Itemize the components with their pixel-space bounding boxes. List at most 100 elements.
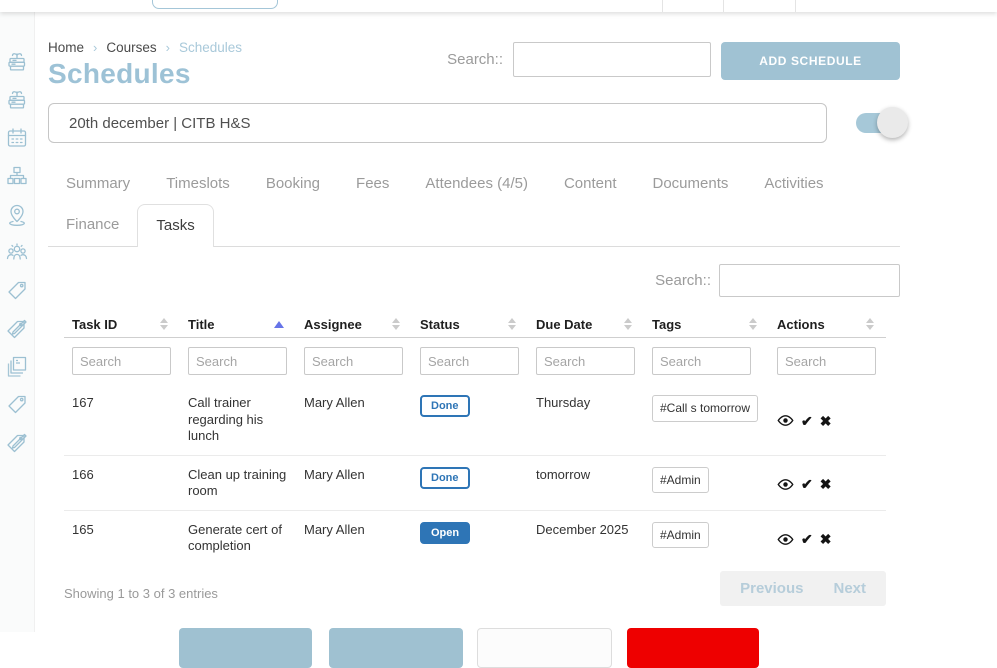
close-icon: ✖ — [820, 476, 832, 493]
view-task-button[interactable] — [777, 412, 794, 429]
topbar-partial-button[interactable] — [152, 0, 278, 9]
status-badge: Done — [420, 467, 470, 489]
sort-icon[interactable] — [274, 321, 284, 328]
delete-task-button[interactable]: ✖ — [820, 413, 832, 430]
tag-icon[interactable] — [5, 278, 29, 302]
task-title-cell: Call trainer regarding his lunch — [180, 384, 296, 455]
sort-icon[interactable] — [392, 318, 400, 330]
tab-row-2: FinanceTasks — [48, 204, 900, 246]
calendar-icon[interactable] — [5, 126, 29, 150]
tag-edit-icon[interactable] — [5, 430, 29, 454]
close-icon: ✖ — [820, 531, 832, 548]
column-header-tags[interactable]: Tags — [644, 311, 769, 337]
filter-cell — [644, 347, 769, 375]
filter-input-actions[interactable] — [777, 347, 876, 375]
sort-icon[interactable] — [508, 318, 516, 330]
filter-cell — [64, 347, 180, 375]
column-label: Assignee — [304, 317, 362, 332]
header-search-input[interactable] — [513, 42, 711, 77]
tab-booking[interactable]: Booking — [248, 163, 338, 204]
column-header-assignee[interactable]: Assignee — [296, 311, 412, 337]
task-title-text: Call trainer regarding his lunch — [188, 395, 288, 445]
tag-icon[interactable] — [5, 392, 29, 416]
check-icon: ✔ — [801, 413, 813, 430]
status-badge: Open — [420, 522, 470, 544]
tag-chip: #Admin — [652, 467, 709, 494]
task-title-cell: Generate cert of completion — [180, 511, 296, 565]
schedule-active-toggle[interactable] — [856, 113, 899, 133]
column-label: Due Date — [536, 317, 592, 332]
tab-row-1: SummaryTimeslotsBookingFeesAttendees (4/… — [48, 163, 900, 204]
tab-activities[interactable]: Activities — [746, 163, 841, 204]
add-schedule-button[interactable]: ADD SCHEDULE — [721, 42, 900, 80]
sort-icon[interactable] — [624, 318, 632, 330]
showing-entries-text: Showing 1 to 3 of 3 entries — [64, 586, 218, 601]
bottom-action-button-1[interactable] — [179, 628, 312, 668]
breadcrumb-separator: › — [166, 40, 170, 55]
tab-attendees-4-5[interactable]: Attendees (4/5) — [407, 163, 546, 204]
table-search-label: Search:: — [655, 272, 711, 289]
bottom-action-button-2[interactable] — [329, 628, 463, 668]
tab-timeslots[interactable]: Timeslots — [148, 163, 248, 204]
table-footer: Showing 1 to 3 of 3 entries Previous Nex… — [64, 571, 886, 606]
filter-cell — [296, 347, 412, 375]
task-title-cell: Clean up training room — [180, 456, 296, 510]
filter-input-tags[interactable] — [652, 347, 751, 375]
column-header-status[interactable]: Status — [412, 311, 528, 337]
task-table: Task IDTitle Assignee Status Due Date TagsAc… — [64, 311, 886, 565]
topbar-divider — [662, 0, 663, 12]
filter-cell — [412, 347, 528, 375]
schedule-name-input[interactable] — [48, 103, 827, 143]
task-row-165: 165Generate cert of completionMary Allen… — [64, 510, 886, 565]
sitemap-icon[interactable] — [5, 164, 29, 188]
tag-edit-icon[interactable] — [5, 316, 29, 340]
bottom-action-button-3[interactable] — [477, 628, 612, 668]
toggle-knob[interactable] — [877, 107, 908, 138]
next-page-button[interactable]: Next — [833, 580, 866, 597]
breadcrumb-item-courses[interactable]: Courses — [106, 40, 156, 55]
delete-task-button[interactable]: ✖ — [820, 531, 832, 548]
task-due-date-cell: tomorrow — [528, 456, 644, 510]
tab-content[interactable]: Content — [546, 163, 635, 204]
eye-icon — [777, 531, 794, 548]
course-books-icon[interactable] — [5, 88, 29, 112]
complete-task-button[interactable]: ✔ — [801, 531, 813, 548]
tab-finance[interactable]: Finance — [48, 204, 137, 245]
column-header-task-id[interactable]: Task ID — [64, 311, 180, 337]
tag-chip: #Call s tomorrow — [652, 395, 758, 422]
people-group-icon[interactable] — [5, 240, 29, 264]
delete-task-button[interactable]: ✖ — [820, 476, 832, 493]
column-header-actions[interactable]: Actions — [769, 311, 886, 337]
filter-input-due-date[interactable] — [536, 347, 635, 375]
tab-fees[interactable]: Fees — [338, 163, 407, 204]
view-task-button[interactable] — [777, 531, 794, 548]
filter-cell — [528, 347, 644, 375]
filter-input-title[interactable] — [188, 347, 287, 375]
task-id-cell: 167 — [64, 384, 180, 455]
view-task-button[interactable] — [777, 476, 794, 493]
task-due-date-cell: Thursday — [528, 384, 644, 455]
course-books-icon[interactable] — [5, 50, 29, 74]
breadcrumb-item-home[interactable]: Home — [48, 40, 84, 55]
status-badge: Done — [420, 395, 470, 417]
filter-input-status[interactable] — [420, 347, 519, 375]
filter-input-task-id[interactable] — [72, 347, 171, 375]
tab-tasks[interactable]: Tasks — [137, 204, 213, 247]
filter-input-assignee[interactable] — [304, 347, 403, 375]
task-actions-cell: ✔✖ — [769, 511, 886, 565]
pages-icon[interactable] — [5, 354, 29, 378]
tab-documents[interactable]: Documents — [635, 163, 747, 204]
location-pin-icon[interactable] — [5, 202, 29, 226]
complete-task-button[interactable]: ✔ — [801, 413, 813, 430]
complete-task-button[interactable]: ✔ — [801, 476, 813, 493]
tab-summary[interactable]: Summary — [48, 163, 148, 204]
column-header-due-date[interactable]: Due Date — [528, 311, 644, 337]
task-actions-cell: ✔✖ — [769, 456, 886, 510]
bottom-action-button-4[interactable] — [627, 628, 759, 668]
previous-page-button[interactable]: Previous — [740, 580, 803, 597]
sort-icon[interactable] — [866, 318, 874, 330]
column-header-title[interactable]: Title — [180, 311, 296, 337]
sort-icon[interactable] — [160, 318, 168, 330]
table-search-input[interactable] — [719, 264, 900, 297]
sort-icon[interactable] — [749, 318, 757, 330]
